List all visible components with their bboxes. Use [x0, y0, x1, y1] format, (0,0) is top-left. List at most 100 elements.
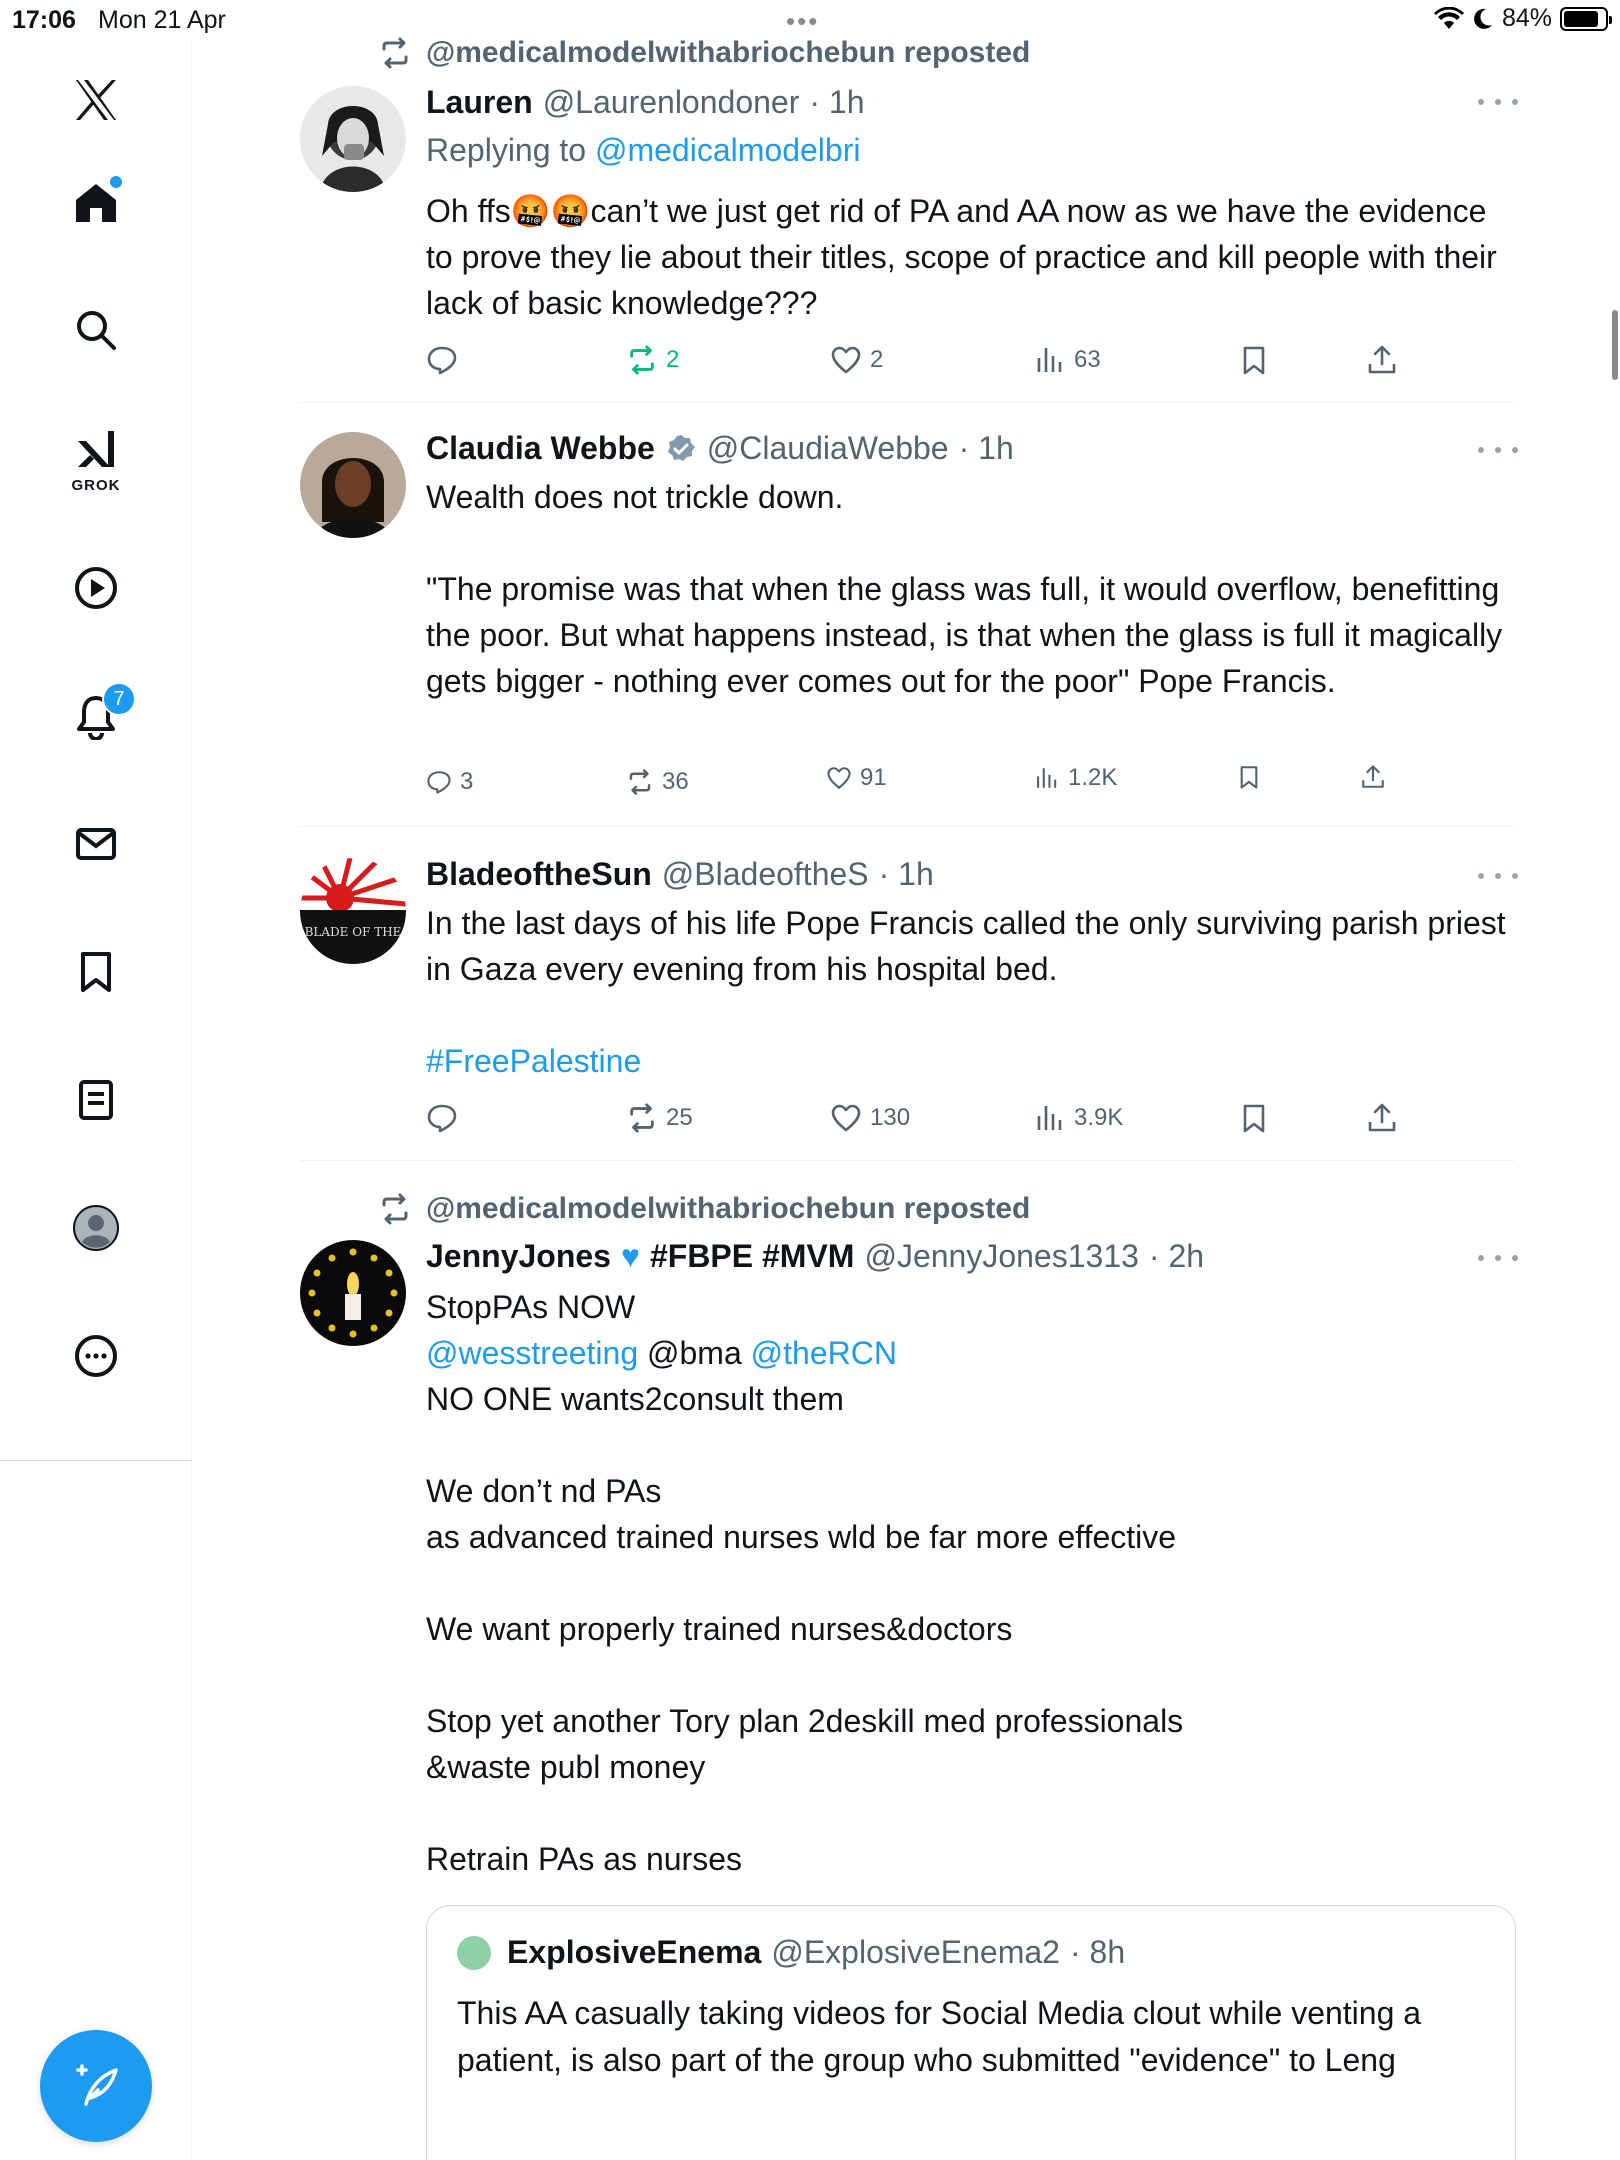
- views-chart-icon: [1037, 768, 1057, 788]
- reply-button[interactable]: [426, 344, 466, 376]
- avatar[interactable]: [300, 432, 406, 538]
- share-button[interactable]: [1366, 1102, 1398, 1134]
- share-icon: [1368, 1103, 1396, 1132]
- tweet-header: Lauren @Laurenlondoner · 1h: [426, 84, 865, 121]
- reply-button[interactable]: [426, 1102, 466, 1134]
- views-count: 63: [1074, 346, 1101, 373]
- tweet-header: Claudia Webbe @ClaudiaWebbe · 1h: [426, 430, 1014, 467]
- more-options-icon[interactable]: [56, 1316, 136, 1396]
- quoted-text: This AA casually taking videos for Socia…: [457, 1995, 1422, 2078]
- repost-icon: [630, 345, 654, 375]
- blue-heart-emoji: ♥: [620, 1238, 640, 1274]
- like-count: 2: [870, 346, 884, 373]
- views-button[interactable]: 63: [1034, 344, 1101, 376]
- author-name-suffix[interactable]: #FBPE #MVM: [650, 1238, 854, 1275]
- post-time[interactable]: · 1h: [959, 430, 1014, 467]
- bookmark-button[interactable]: [1238, 344, 1270, 376]
- views-chart-icon: [1037, 1106, 1062, 1130]
- author-name[interactable]: JennyJones: [426, 1238, 611, 1275]
- reply-count: 3: [460, 768, 474, 795]
- post-time[interactable]: · 1h: [879, 856, 934, 893]
- grok-icon[interactable]: GROK: [56, 418, 136, 498]
- quoted-author-handle[interactable]: @ExplosiveEnema2: [771, 1934, 1060, 1971]
- author-handle[interactable]: @JennyJones1313: [864, 1238, 1138, 1275]
- reply-icon: [427, 346, 457, 375]
- avatar[interactable]: [300, 86, 406, 192]
- home-icon[interactable]: [56, 162, 136, 242]
- reply-button[interactable]: 3: [426, 768, 473, 796]
- tweet-text: Wealth does not trickle down. "The promi…: [426, 479, 1503, 699]
- views-button[interactable]: 3.9K: [1034, 1102, 1123, 1134]
- tweet-divider: [300, 402, 1515, 403]
- repost-button[interactable]: 2: [626, 344, 679, 376]
- avatar[interactable]: BLADE OF THE: [300, 858, 406, 964]
- like-button[interactable]: 2: [830, 344, 883, 376]
- bookmark-icon: [1243, 346, 1265, 375]
- author-name[interactable]: BladeoftheSun: [426, 856, 652, 893]
- views-count: 3.9K: [1074, 1104, 1124, 1131]
- author-handle[interactable]: @ClaudiaWebbe: [707, 430, 949, 467]
- search-icon[interactable]: [56, 290, 136, 370]
- wifi-icon: [1433, 6, 1464, 29]
- views-button[interactable]: 1.2K: [1034, 764, 1117, 792]
- replying-mention-link[interactable]: @medicalmodelbri: [595, 132, 860, 168]
- views-count: 1.2K: [1068, 764, 1118, 791]
- replying-prefix: Replying to: [426, 132, 595, 168]
- more-menu-icon[interactable]: [1478, 866, 1518, 886]
- notifications-bell-icon[interactable]: 7: [56, 676, 136, 756]
- quoted-header: ExplosiveEnema @ExplosiveEnema2 · 8h: [457, 1934, 1125, 1971]
- mention-link[interactable]: @theRCN: [751, 1335, 897, 1371]
- battery-percent: 84%: [1501, 4, 1552, 32]
- share-button[interactable]: [1366, 344, 1398, 376]
- bookmarks-icon[interactable]: [56, 932, 136, 1012]
- x-logo-icon[interactable]: [56, 60, 136, 140]
- share-icon: [1368, 345, 1396, 374]
- more-menu-icon[interactable]: [1478, 440, 1518, 460]
- bookmark-button[interactable]: [1236, 764, 1262, 790]
- mention-link[interactable]: @wesstreeting: [426, 1335, 638, 1371]
- quoted-time[interactable]: · 8h: [1070, 1934, 1125, 1971]
- repost-button[interactable]: 25: [626, 1102, 693, 1134]
- author-handle[interactable]: @BladeoftheS: [662, 856, 869, 893]
- repost-by-text[interactable]: @medicalmodelwithabriochebun reposted: [426, 36, 1030, 70]
- battery-icon: [1560, 6, 1612, 31]
- tweet-text: Oh ffs🤬🤬can’t we just get rid of PA and …: [426, 193, 1506, 321]
- notification-badge: 7: [102, 682, 136, 716]
- repost-button[interactable]: 36: [626, 768, 689, 796]
- repost-icon: [382, 1193, 408, 1225]
- profile-avatar-icon[interactable]: [56, 1188, 136, 1268]
- tweet-text: NO ONE wants2consult them We don’t nd PA…: [426, 1381, 1184, 1877]
- reply-icon: [427, 771, 451, 794]
- hashtag-link[interactable]: #FreePalestine: [426, 1038, 641, 1084]
- status-right: 84%: [1433, 4, 1612, 33]
- compose-post-button[interactable]: [40, 2030, 152, 2142]
- avatar[interactable]: [300, 1240, 406, 1346]
- like-button[interactable]: 130: [830, 1102, 910, 1134]
- scrollbar[interactable]: [1612, 310, 1618, 380]
- post-time[interactable]: · 1h: [809, 84, 864, 121]
- author-name[interactable]: Lauren: [426, 84, 533, 121]
- bookmark-button[interactable]: [1238, 1102, 1270, 1134]
- quoted-tweet-card[interactable]: ExplosiveEnema @ExplosiveEnema2 · 8h Thi…: [426, 1905, 1516, 2160]
- heart-icon: [831, 346, 861, 374]
- messages-envelope-icon[interactable]: [56, 804, 136, 884]
- author-handle[interactable]: @Laurenlondoner: [543, 84, 800, 121]
- sidebar-divider: [0, 1460, 192, 1461]
- moon-icon: [1474, 8, 1492, 29]
- author-name[interactable]: Claudia Webbe: [426, 430, 655, 467]
- mention-text: @bma: [638, 1335, 751, 1371]
- multitask-dots-icon[interactable]: •••: [786, 6, 819, 37]
- lists-icon[interactable]: [56, 1060, 136, 1140]
- bookmark-icon: [1240, 766, 1258, 789]
- video-play-icon[interactable]: [56, 548, 136, 628]
- quoted-author-name[interactable]: ExplosiveEnema: [507, 1934, 761, 1971]
- repost-by-text[interactable]: @medicalmodelwithabriochebun reposted: [426, 1192, 1030, 1226]
- like-button[interactable]: 91: [826, 764, 887, 792]
- more-menu-icon[interactable]: [1478, 92, 1518, 112]
- share-button[interactable]: [1360, 764, 1386, 790]
- post-time[interactable]: · 2h: [1149, 1238, 1204, 1275]
- tweet-actions: 2 2 63: [426, 344, 1426, 384]
- tweet-divider: [300, 1160, 1515, 1161]
- quoted-avatar[interactable]: [457, 1935, 491, 1970]
- more-menu-icon[interactable]: [1478, 1248, 1518, 1268]
